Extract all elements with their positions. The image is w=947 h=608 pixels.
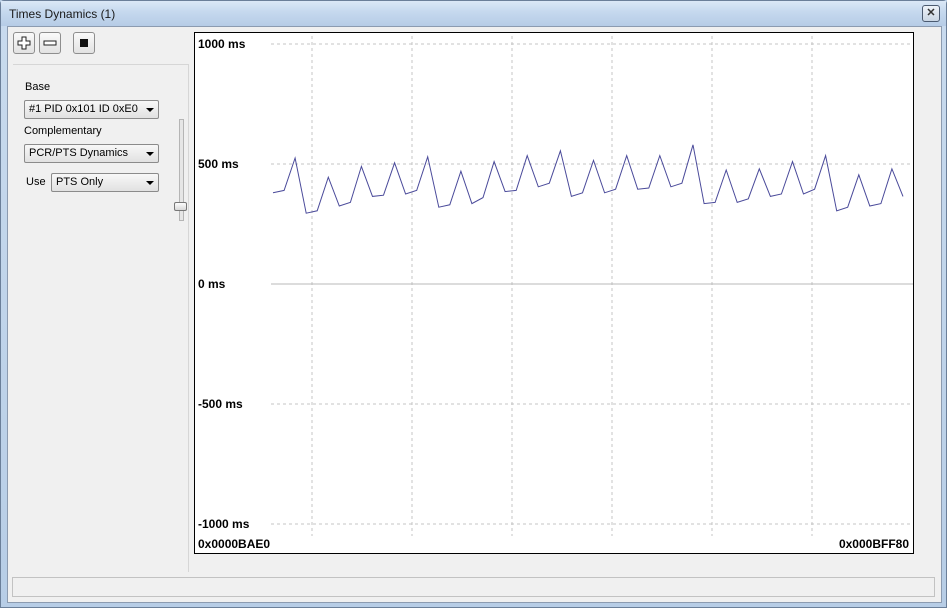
toolbar bbox=[13, 32, 95, 56]
x-end-label: 0x000BFF80 bbox=[838, 537, 909, 551]
remove-button[interactable] bbox=[39, 32, 61, 54]
remove-icon bbox=[43, 40, 57, 46]
status-bar bbox=[12, 577, 935, 597]
y-tick-label: 1000 ms bbox=[198, 37, 246, 51]
chart-canvas bbox=[271, 36, 913, 536]
x-start-label: 0x0000BAE0 bbox=[198, 537, 271, 551]
window-title: Times Dynamics (1) bbox=[9, 7, 116, 21]
complementary-select[interactable]: PCR/PTS Dynamics bbox=[24, 144, 159, 163]
use-label: Use bbox=[26, 176, 46, 188]
add-button[interactable] bbox=[13, 32, 35, 54]
close-button[interactable]: ✕ bbox=[922, 5, 940, 22]
y-tick-label: 500 ms bbox=[198, 157, 239, 171]
data-series-line bbox=[272, 144, 904, 214]
client-area: Base #1 PID 0x101 ID 0xE0 Complementary … bbox=[7, 26, 942, 603]
use-select-value: PTS Only bbox=[56, 176, 104, 188]
base-label: Base bbox=[25, 81, 51, 93]
chevron-down-icon bbox=[146, 152, 154, 156]
complementary-select-value: PCR/PTS Dynamics bbox=[29, 147, 129, 159]
complementary-label: Complementary bbox=[24, 125, 102, 137]
y-tick-label: -1000 ms bbox=[198, 517, 250, 531]
stop-icon bbox=[80, 39, 88, 47]
title-bar[interactable]: Times Dynamics (1) ✕ bbox=[1, 1, 946, 26]
base-select-value: #1 PID 0x101 ID 0xE0 bbox=[29, 103, 138, 115]
use-select[interactable]: PTS Only bbox=[51, 173, 159, 192]
app-window: Times Dynamics (1) ✕ Base #1 PID 0x101 I… bbox=[0, 0, 947, 608]
times-chart: 1000 ms 500 ms 0 ms -500 ms -1000 ms 0x0… bbox=[194, 32, 914, 554]
settings-panel: Base #1 PID 0x101 ID 0xE0 Complementary … bbox=[13, 64, 189, 572]
y-tick-label: 0 ms bbox=[198, 277, 226, 291]
close-icon: ✕ bbox=[926, 7, 936, 19]
zoom-slider-handle[interactable] bbox=[174, 202, 187, 211]
add-icon bbox=[17, 36, 31, 50]
chevron-down-icon bbox=[146, 108, 154, 112]
y-tick-label: -500 ms bbox=[198, 397, 243, 411]
chevron-down-icon bbox=[146, 181, 154, 185]
stop-button[interactable] bbox=[73, 32, 95, 54]
base-select[interactable]: #1 PID 0x101 ID 0xE0 bbox=[24, 100, 159, 119]
